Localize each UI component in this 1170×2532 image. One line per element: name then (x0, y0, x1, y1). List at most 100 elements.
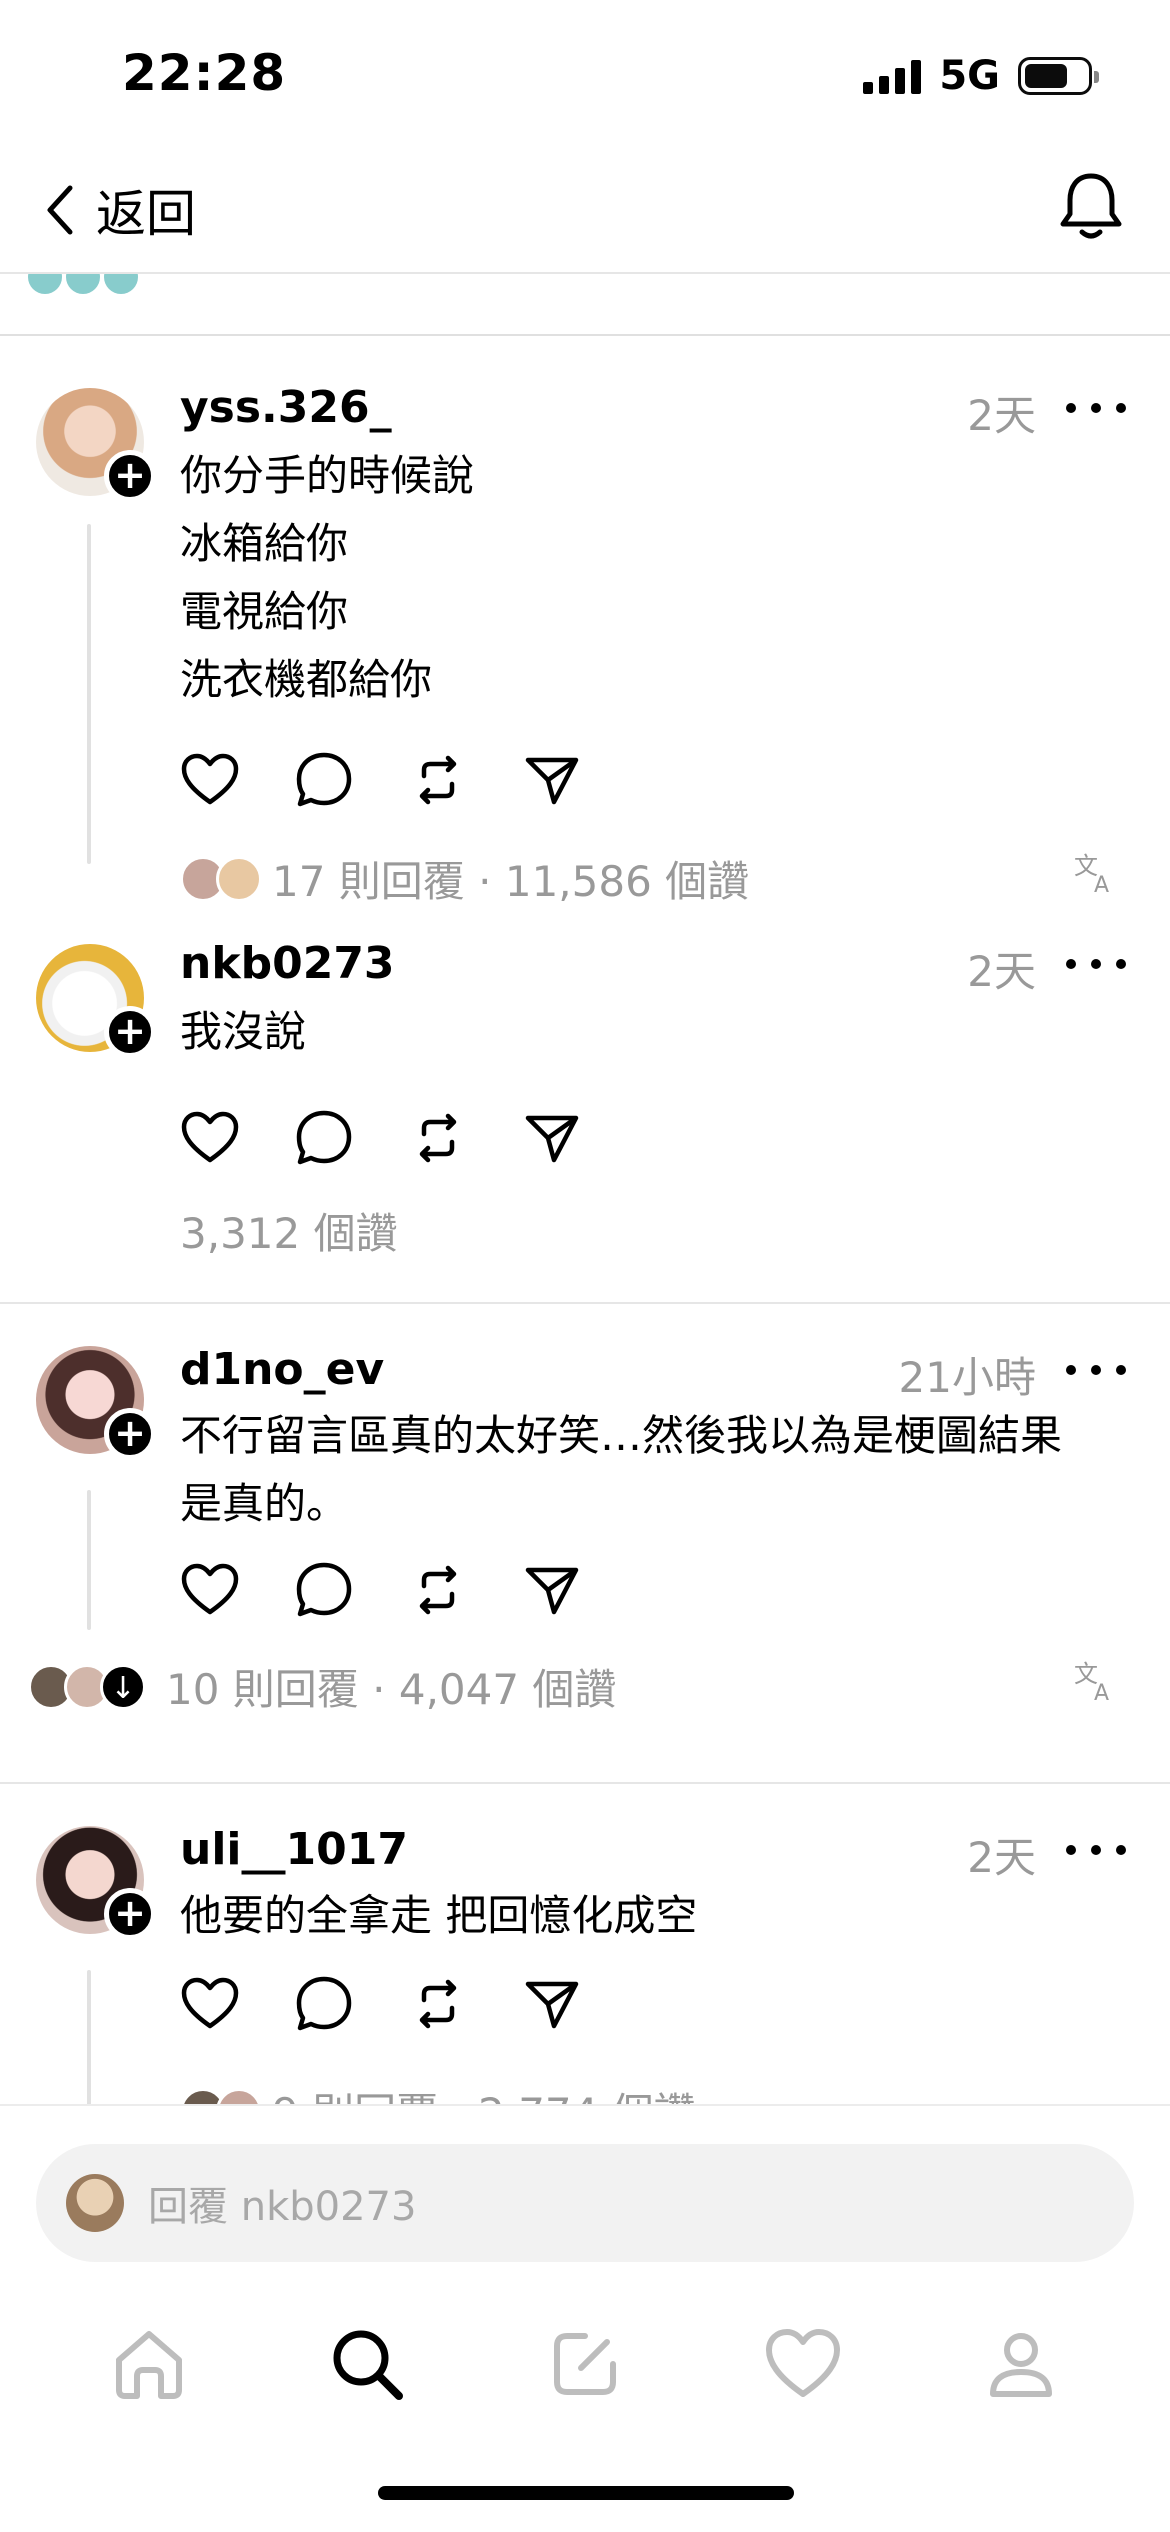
like-button[interactable] (178, 1972, 242, 2036)
repost-button[interactable] (406, 1558, 470, 1622)
status-bar: 22:28 5G (0, 0, 1170, 140)
comment-button[interactable] (292, 1106, 356, 1170)
stats-text: 3,312 個讚 (180, 1209, 398, 1258)
comment-stats[interactable]: 9 則回覆 · 2,774 個讚 (180, 2080, 696, 2104)
share-button[interactable] (520, 1106, 584, 1170)
comment-button[interactable] (292, 1972, 356, 2036)
chevron-left-icon (47, 185, 73, 235)
peek-avatars (28, 274, 138, 294)
repost-button[interactable] (406, 1972, 470, 2036)
profile-icon (990, 2333, 1052, 2397)
stats-text: 17 則回覆 · 11,586 個讚 (272, 857, 750, 906)
more-options-button[interactable] (1066, 1830, 1126, 1870)
repost-button[interactable] (406, 1106, 470, 1170)
repost-button[interactable] (406, 748, 470, 812)
send-icon (525, 1115, 579, 1163)
translate-button[interactable]: 文A (1072, 1656, 1120, 1708)
comment-stats[interactable]: 17 則回覆 · 11,586 個讚 (180, 848, 749, 909)
avatar[interactable]: + (36, 388, 156, 502)
translate-icon: 文A (1074, 852, 1109, 898)
share-button[interactable] (520, 748, 584, 812)
comment-stats[interactable]: ↓ 10 則回覆 · 4,047 個讚 (28, 1656, 616, 1717)
avatar[interactable]: + (36, 1346, 156, 1460)
back-button[interactable]: 返回 (40, 174, 196, 246)
more-options-button[interactable] (1066, 944, 1126, 984)
follow-plus-button[interactable]: + (104, 1888, 156, 1940)
avatar (66, 2174, 124, 2232)
search-icon (333, 2330, 403, 2400)
username[interactable]: uli__1017 (180, 1824, 408, 1875)
network-type: 5G (939, 53, 1000, 99)
comment-icon (296, 1562, 352, 1617)
username[interactable]: nkb0273 (180, 938, 395, 989)
signal-icon (863, 58, 922, 94)
send-icon (525, 1981, 579, 2029)
notifications-button[interactable] (1056, 168, 1126, 248)
heart-icon (181, 1111, 239, 1163)
username[interactable]: yss.326_ (180, 382, 392, 433)
action-row (178, 748, 584, 812)
follow-plus-button[interactable]: + (104, 450, 156, 502)
comment-text: 他要的全拿走 把回憶化成空 (180, 1882, 1120, 1950)
tab-compose[interactable] (530, 2309, 640, 2419)
svg-text:A: A (1094, 873, 1109, 896)
translate-button[interactable]: 文A (1072, 848, 1120, 900)
share-button[interactable] (520, 1972, 584, 2036)
username[interactable]: d1no_ev (180, 1344, 384, 1395)
reply-avatars (180, 855, 262, 902)
tab-profile[interactable] (966, 2309, 1076, 2419)
send-icon (525, 1567, 579, 1615)
like-button[interactable] (178, 1558, 242, 1622)
follow-plus-button[interactable]: + (104, 1408, 156, 1460)
like-button[interactable] (178, 1106, 242, 1170)
share-button[interactable] (520, 1558, 584, 1622)
repost-icon (419, 755, 457, 805)
thread-line (87, 524, 91, 864)
comment-icon (296, 1976, 352, 2031)
repost-icon (419, 1565, 457, 1615)
reply-bar: 回覆 nkb0273 (0, 2104, 1170, 2284)
timestamp: 2天 (967, 1833, 1036, 1882)
comment-line: 不行留言區真的太好笑…然後我以為是梗圖結果 (180, 1411, 1063, 1460)
comment-stats[interactable]: 3,312 個讚 (180, 1200, 398, 1261)
comment-button[interactable] (292, 1558, 356, 1622)
timestamp: 21小時 (898, 1353, 1036, 1402)
comment-text: 你分手的時候說 冰箱給你 電視給你 洗衣機都給你 (180, 442, 1120, 714)
comment-icon (296, 1110, 352, 1165)
reply-avatars: ↓ (28, 1663, 146, 1710)
comments-feed[interactable]: + yss.326_ 2天 你分手的時候說 冰箱給你 電視給你 洗衣機都給你 1… (0, 338, 1170, 2104)
avatar[interactable]: + (36, 1826, 156, 1940)
action-row (178, 1558, 584, 1622)
heart-icon (181, 1977, 239, 2029)
tab-home[interactable] (94, 2309, 204, 2419)
reply-placeholder: 回覆 nkb0273 (148, 2184, 417, 2230)
expand-replies-icon[interactable]: ↓ (100, 1663, 146, 1710)
comment-line: 是真的。 (180, 1479, 349, 1528)
tab-bar (0, 2284, 1170, 2444)
reply-avatars (180, 2087, 262, 2104)
thread-line (87, 1490, 91, 1630)
send-icon (525, 757, 579, 805)
reply-input[interactable]: 回覆 nkb0273 (36, 2144, 1134, 2262)
stats-text: 10 則回覆 · 4,047 個讚 (166, 1665, 617, 1714)
status-time: 22:28 (122, 44, 287, 102)
comment-text: 不行留言區真的太好笑…然後我以為是梗圖結果 是真的。 (180, 1402, 1120, 1538)
comment-line: 你分手的時候說 (180, 451, 475, 500)
avatar[interactable]: + (36, 944, 156, 1058)
comment-button[interactable] (292, 748, 356, 812)
heart-icon (181, 753, 239, 805)
comment-line: 冰箱給你 (180, 519, 349, 568)
repost-icon (419, 1113, 457, 1163)
timestamp: 2天 (967, 391, 1036, 440)
tab-search[interactable] (312, 2309, 422, 2419)
heart-icon (181, 1563, 239, 1615)
follow-plus-button[interactable]: + (104, 1006, 156, 1058)
tab-activity[interactable] (748, 2309, 858, 2419)
home-indicator[interactable] (378, 2486, 794, 2500)
more-options-button[interactable] (1066, 1350, 1126, 1390)
divider (0, 1782, 1170, 1784)
more-options-button[interactable] (1066, 388, 1126, 428)
svg-text:A: A (1094, 1681, 1109, 1704)
like-button[interactable] (178, 748, 242, 812)
divider (0, 1302, 1170, 1304)
